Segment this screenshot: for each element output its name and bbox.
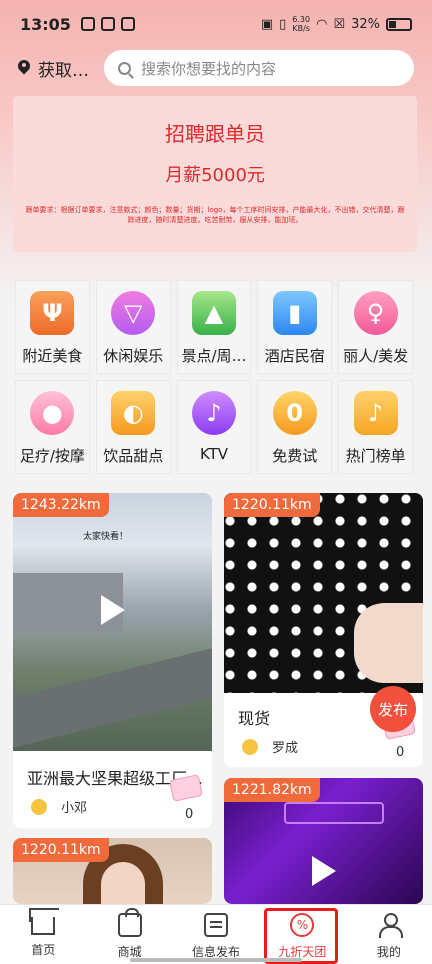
search-icon — [118, 61, 131, 75]
card-user: 小邓 — [31, 797, 87, 816]
battery-icon — [386, 17, 412, 31]
mountain-icon: ▲ — [191, 291, 236, 335]
user-name: 小邓 — [61, 801, 88, 816]
nav-label: 首页 — [31, 943, 56, 957]
distance-badge: 1243.22km — [13, 493, 109, 517]
distance-badge: 1220.11km — [224, 493, 320, 517]
app-notification-icon — [80, 17, 95, 31]
vibrate-icon: ▯ — [279, 16, 287, 32]
publish-button[interactable]: 发布 — [370, 686, 416, 732]
card-title: 现货 — [238, 709, 271, 728]
search-placeholder: 搜索你想要找的内容 — [141, 59, 277, 78]
free-coin-icon: 0 — [272, 391, 317, 435]
category-label: KTV — [199, 445, 229, 463]
neon-sign — [284, 802, 384, 824]
user-icon — [377, 913, 403, 938]
banner-title: 招聘跟单员 — [165, 122, 265, 146]
banner-salary: 月薪5000元 — [165, 165, 265, 186]
job-banner[interactable]: 招聘跟单员 月薪5000元 跟单要求：根据订单要求，注意款式；颜色；数量；货期；… — [13, 96, 417, 252]
category-scenic[interactable]: ▲ 景点/周… — [176, 280, 252, 374]
battery-percent: 32% — [351, 16, 380, 32]
category-food[interactable]: Ψ 附近美食 — [15, 280, 90, 374]
category-label: 足疗/按摩 — [19, 447, 85, 465]
play-icon[interactable] — [101, 595, 125, 625]
like-count: 0 — [185, 807, 194, 822]
category-free-trial[interactable]: 0 免费试 — [257, 380, 333, 474]
skin-area — [354, 603, 423, 683]
microphone-icon: ♪ — [191, 391, 236, 435]
search-input[interactable]: 搜索你想要找的内容 — [104, 50, 414, 86]
camera-icon: ▣ — [260, 16, 274, 32]
nav-label: 我的 — [376, 945, 401, 959]
search-row: 获取… 搜索你想要找的内容 — [0, 50, 432, 86]
bottom-navigation: 首页 商城 信息发布 % 九折天团 我的 — [0, 904, 432, 964]
distance-badge: 1220.11km — [13, 838, 109, 862]
active-tab-highlight — [264, 908, 338, 964]
nav-me[interactable]: 我的 — [346, 905, 432, 964]
highway — [13, 648, 212, 748]
foot-icon: ● — [30, 391, 75, 435]
video-caption: 太家快看！ — [83, 532, 129, 542]
location-label: 获取… — [38, 60, 89, 81]
category-grid: Ψ 附近美食 ▽ 休闲娱乐 ▲ 景点/周… ▮ 酒店民宿 ♀ 丽人/美发 ● 足… — [12, 280, 416, 474]
ranking-icon: ♪ — [353, 391, 398, 435]
network-speed: 6.30 KB/s — [292, 15, 311, 33]
avatar-icon — [31, 798, 47, 815]
drink-icon: ◐ — [111, 391, 156, 435]
category-hotel[interactable]: ▮ 酒店民宿 — [257, 280, 333, 374]
home-indicator — [130, 958, 302, 962]
face — [101, 862, 145, 904]
status-time: 13:05 — [20, 14, 71, 34]
category-label: 附近美食 — [22, 347, 83, 365]
category-label: 丽人/美发 — [343, 347, 409, 365]
signal-off-icon: ☒ — [333, 16, 346, 32]
category-label: 酒店民宿 — [264, 347, 325, 365]
status-bar: 13:05 ▣ ▯ 6.30 KB/s ◠ ☒ 32% — [0, 0, 432, 48]
feed-card[interactable]: 1221.82km — [224, 778, 423, 904]
coupon-icon — [169, 774, 203, 802]
nav-home[interactable]: 首页 — [0, 905, 86, 964]
app-notification-icon — [120, 17, 135, 31]
feed-card[interactable]: 太家快看！ 1243.22km 亚洲最大坚果超级工厂… 小邓 0 — [13, 493, 212, 828]
status-right: ▣ ▯ 6.30 KB/s ◠ ☒ 32% — [261, 15, 412, 33]
video-thumbnail: 太家快看！ — [13, 493, 212, 751]
category-label: 休闲娱乐 — [103, 347, 164, 365]
avatar-icon — [242, 738, 258, 755]
category-label: 饮品甜点 — [103, 447, 164, 465]
category-ranking[interactable]: ♪ 热门榜单 — [338, 380, 413, 474]
category-drinks[interactable]: ◐ 饮品甜点 — [95, 380, 171, 474]
location-pin-icon — [18, 60, 30, 76]
app-notification-icon — [100, 17, 115, 31]
beauty-icon: ♀ — [353, 291, 398, 335]
card-user: 罗成 — [242, 737, 298, 756]
home-icon — [31, 917, 56, 935]
nav-mall[interactable]: 商城 — [86, 905, 172, 964]
banner-description: 跟单要求：根据订单要求，注意款式；颜色；数量；货期；logo，每个工序时间安排，… — [25, 206, 405, 224]
hotel-icon: ▮ — [272, 291, 317, 335]
category-beauty[interactable]: ♀ 丽人/美发 — [338, 280, 413, 374]
user-name: 罗成 — [272, 741, 299, 756]
category-label: 免费试 — [272, 447, 318, 465]
distance-badge: 1221.82km — [224, 778, 320, 802]
category-massage[interactable]: ● 足疗/按摩 — [15, 380, 90, 474]
feed-card[interactable]: 1220.11km — [13, 838, 212, 904]
notification-icons — [80, 17, 135, 31]
message-icon — [204, 913, 229, 937]
category-label: 景点/周… — [181, 347, 247, 365]
wifi-icon: ◠ — [316, 16, 328, 32]
nav-post-info[interactable]: 信息发布 — [173, 905, 259, 964]
category-label: 热门榜单 — [345, 447, 406, 465]
category-entertainment[interactable]: ▽ 休闲娱乐 — [95, 280, 171, 374]
location-selector[interactable]: 获取… — [18, 56, 104, 81]
food-icon: Ψ — [30, 291, 75, 335]
category-ktv[interactable]: ♪ KTV — [176, 380, 252, 474]
like-count: 0 — [396, 745, 405, 760]
shopping-bag-icon — [117, 908, 142, 937]
cocktail-icon: ▽ — [111, 291, 156, 335]
play-icon[interactable] — [312, 856, 336, 886]
